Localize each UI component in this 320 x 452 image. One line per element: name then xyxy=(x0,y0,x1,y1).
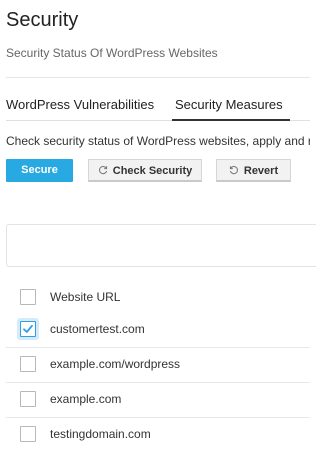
search-input[interactable] xyxy=(6,224,316,267)
description-text: Check security status of WordPress websi… xyxy=(6,134,310,148)
row-checkbox[interactable] xyxy=(20,391,36,407)
check-security-label: Check Security xyxy=(112,165,193,177)
website-url: testingdomain.com xyxy=(50,427,151,441)
check-security-button[interactable]: Check Security xyxy=(88,159,202,182)
tab-wordpress-vulnerabilities[interactable]: WordPress Vulnerabilities xyxy=(6,97,154,112)
row-checkbox[interactable] xyxy=(20,356,36,372)
website-url: customertest.com xyxy=(50,322,145,336)
table-row[interactable]: example.com xyxy=(6,383,310,418)
revert-label: Revert xyxy=(243,165,279,177)
security-page: Security Security Status Of WordPress We… xyxy=(0,0,316,452)
page-title: Security xyxy=(6,9,79,31)
tabs-bar: WordPress Vulnerabilities Security Measu… xyxy=(6,97,310,121)
tab-security-measures[interactable]: Security Measures xyxy=(175,97,283,112)
table-row[interactable]: example.com/wordpress xyxy=(6,348,310,383)
secure-button[interactable]: Secure xyxy=(6,159,73,182)
website-url: example.com xyxy=(50,392,122,406)
table-row[interactable]: testingdomain.com xyxy=(6,418,310,452)
websites-table: Website URL customertest.com example.com… xyxy=(6,281,310,452)
page-subtitle: Security Status Of WordPress Websites xyxy=(6,46,218,60)
refresh-icon xyxy=(98,160,108,183)
active-tab-indicator xyxy=(172,119,290,121)
undo-icon xyxy=(229,160,239,183)
row-checkbox[interactable] xyxy=(20,426,36,442)
row-checkbox-checked[interactable] xyxy=(20,321,36,337)
table-row[interactable]: customertest.com xyxy=(6,313,310,348)
revert-button[interactable]: Revert xyxy=(216,159,291,182)
website-url-header: Website URL xyxy=(50,290,121,304)
website-url: example.com/wordpress xyxy=(50,357,181,371)
checkmark-icon xyxy=(23,324,33,333)
select-all-checkbox[interactable] xyxy=(20,289,36,305)
table-header-row: Website URL xyxy=(6,281,310,313)
header-divider xyxy=(6,77,310,78)
